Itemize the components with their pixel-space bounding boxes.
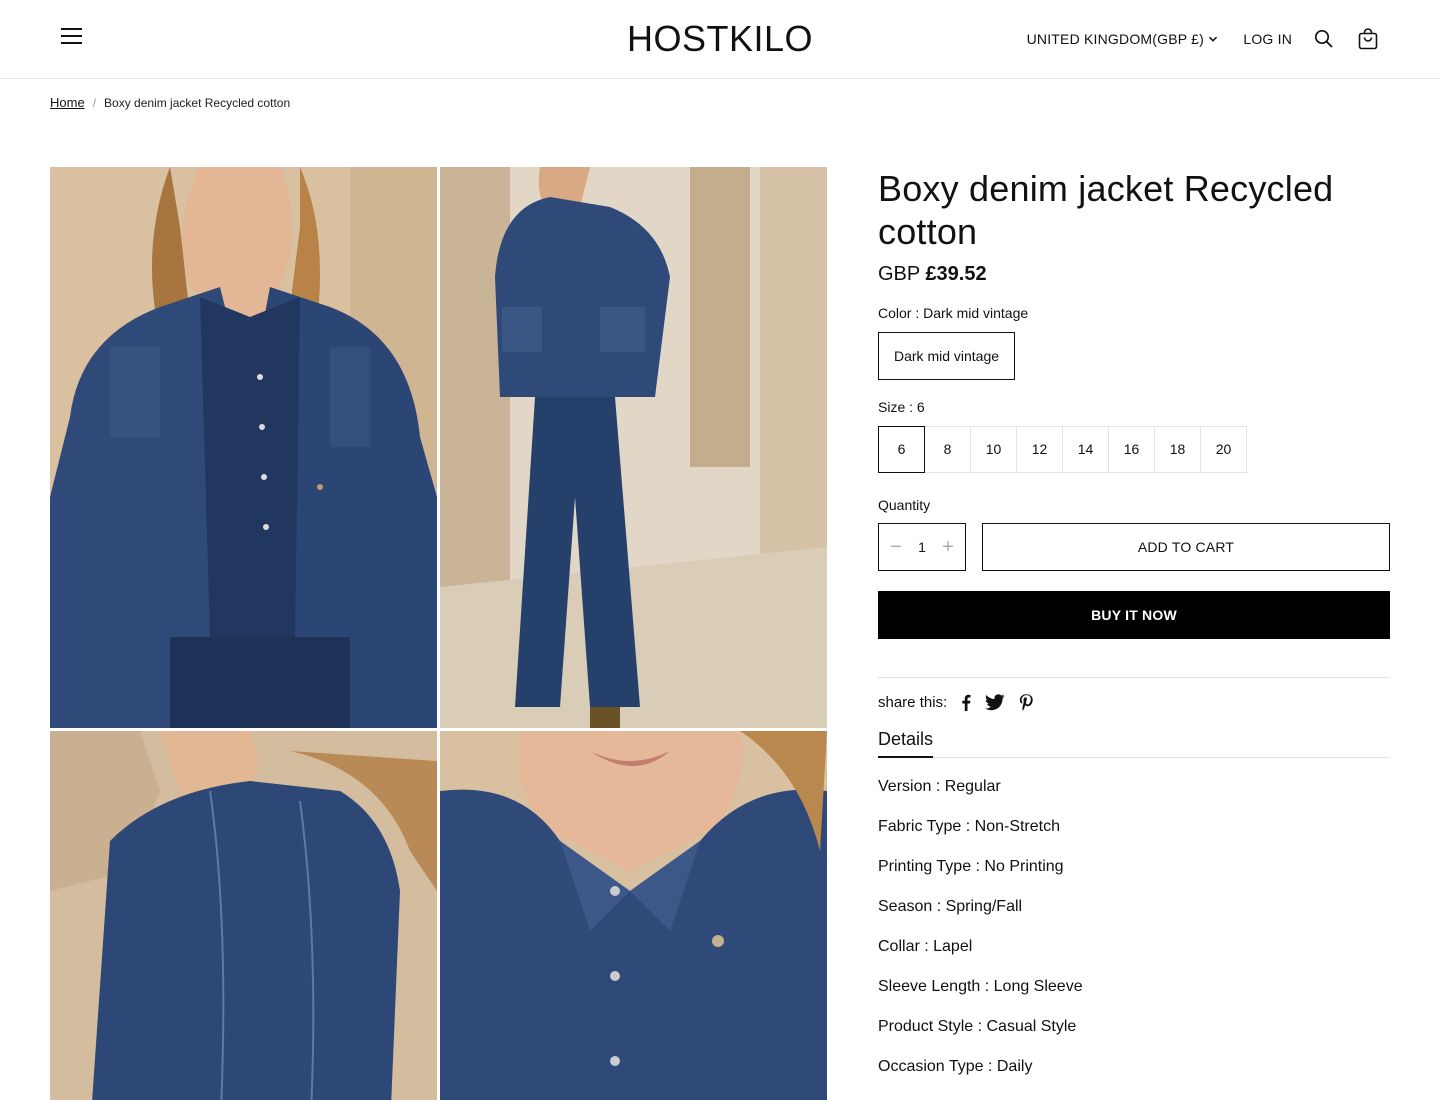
detail-row: Occasion Type : Daily [878, 1058, 1033, 1075]
quantity-stepper: − 1 + [878, 523, 966, 571]
detail-row: Product Style : Casual Style [878, 1018, 1077, 1035]
size-option[interactable]: 20 [1200, 426, 1247, 473]
detail-row: Season : Spring/Fall [878, 898, 1023, 915]
share-bar: share this: [878, 694, 1390, 711]
size-option[interactable]: 14 [1062, 426, 1109, 473]
hamburger-menu-icon[interactable] [60, 28, 84, 50]
product-tabs: Details [878, 729, 1390, 758]
size-option[interactable]: 6 [878, 426, 925, 473]
site-header: HOSTKILO UNITED KINGDOM(GBP £) LOG IN [0, 0, 1440, 79]
size-option[interactable]: 10 [970, 426, 1017, 473]
buy-it-now-button[interactable]: BUY IT NOW [878, 591, 1390, 639]
breadcrumb-separator: / [92, 95, 97, 110]
quantity-increase-button[interactable]: + [940, 536, 956, 559]
product-photo-back-detail[interactable] [50, 731, 437, 1100]
product-photo-front[interactable] [50, 167, 437, 728]
share-label: share this: [878, 694, 948, 711]
product-photo-full-length[interactable] [440, 167, 827, 728]
size-option[interactable]: 12 [1016, 426, 1063, 473]
quantity-label: Quantity [878, 497, 931, 513]
product-price: GBP £39.52 [878, 263, 1390, 286]
size-selector: 6 8 10 12 14 16 18 20 [878, 426, 1390, 473]
price-currency: GBP [878, 263, 920, 285]
twitter-icon[interactable] [985, 694, 1005, 711]
product-title: Boxy denim jacket Recycled cotton [878, 168, 1334, 252]
detail-row: Version : Regular [878, 778, 1001, 795]
breadcrumb-home-link[interactable]: Home [50, 95, 85, 110]
color-option-dark-mid-vintage[interactable]: Dark mid vintage [878, 332, 1016, 380]
site-logo[interactable]: HOSTKILO [627, 18, 813, 59]
pinterest-icon[interactable] [1019, 694, 1033, 711]
breadcrumb: Home / Boxy denim jacket Recycled cotton [50, 95, 290, 110]
product-info: Boxy denim jacket Recycled cotton GBP £3… [878, 167, 1390, 1096]
tab-details[interactable]: Details [878, 729, 934, 758]
country-selector[interactable]: UNITED KINGDOM(GBP £) [1027, 31, 1218, 47]
add-to-cart-button[interactable]: ADD TO CART [982, 523, 1390, 571]
purchase-row: − 1 + ADD TO CART [878, 523, 1390, 571]
product-gallery [50, 167, 827, 1100]
detail-row: Printing Type : No Printing [878, 858, 1064, 875]
detail-row: Collar : Lapel [878, 938, 973, 955]
search-icon[interactable] [1314, 29, 1334, 49]
detail-row: Sleeve Length : Long Sleeve [878, 978, 1083, 995]
divider [878, 677, 1390, 678]
login-link[interactable]: LOG IN [1243, 31, 1292, 47]
size-option[interactable]: 18 [1154, 426, 1201, 473]
size-label: Size : 6 [878, 399, 925, 415]
detail-row: Fabric Type : Non-Stretch [878, 818, 1060, 835]
product-photo-collar-detail[interactable] [440, 731, 827, 1100]
size-option[interactable]: 16 [1108, 426, 1155, 473]
quantity-value[interactable]: 1 [918, 539, 926, 555]
size-option[interactable]: 8 [924, 426, 971, 473]
color-label: Color : Dark mid vintage [878, 305, 1029, 321]
details-list: Version : Regular Fabric Type : Non-Stre… [878, 776, 1390, 1078]
breadcrumb-current: Boxy denim jacket Recycled cotton [104, 95, 291, 110]
country-selector-label: UNITED KINGDOM(GBP £) [1026, 31, 1204, 47]
quantity-decrease-button[interactable]: − [888, 536, 904, 559]
facebook-icon[interactable] [961, 694, 971, 711]
price-amount: £39.52 [925, 263, 987, 285]
chevron-down-icon [1208, 36, 1218, 42]
cart-icon[interactable] [1358, 28, 1378, 50]
